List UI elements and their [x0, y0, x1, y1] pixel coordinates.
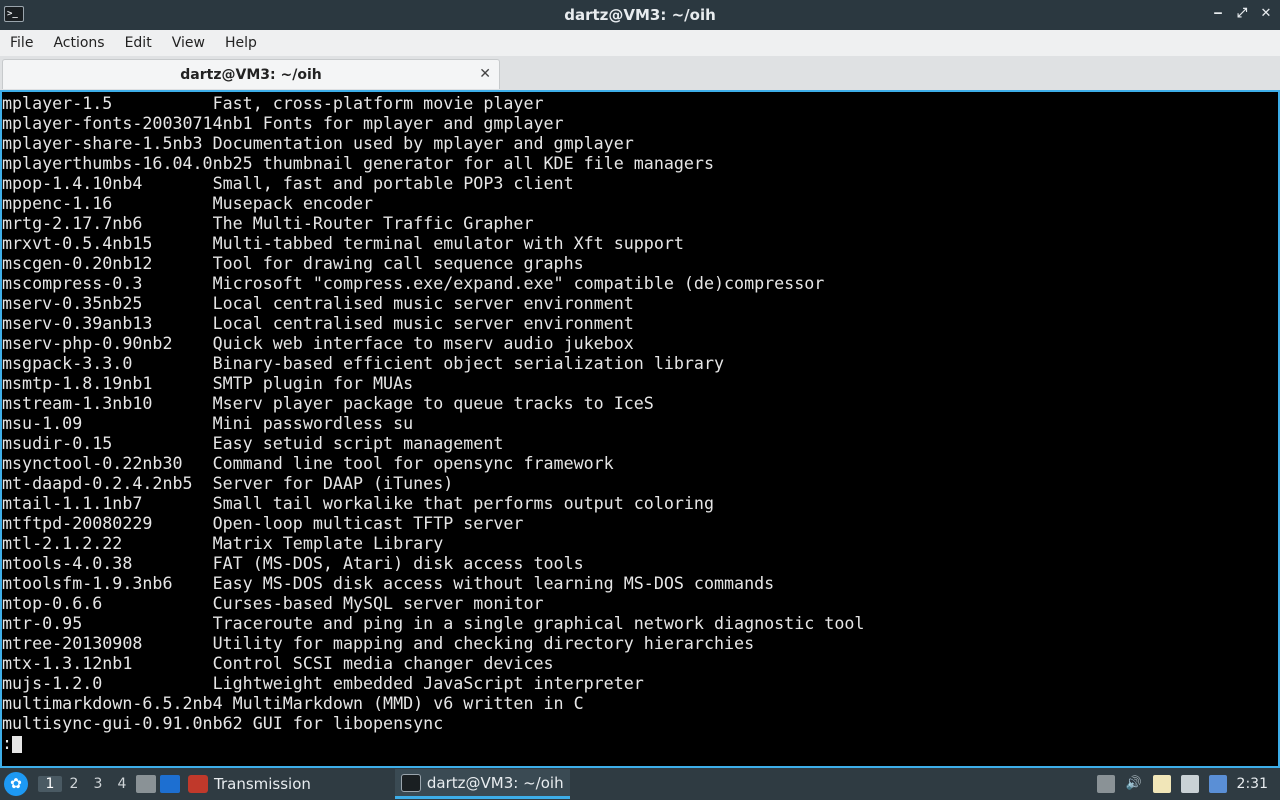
- terminal-line: mtree-20130908 Utility for mapping and c…: [2, 634, 755, 653]
- workspace-2[interactable]: 2: [62, 776, 86, 792]
- task-label: dartz@VM3: ~/oih: [426, 773, 564, 792]
- terminal-output[interactable]: mplayer-1.5 Fast, cross-platform movie p…: [0, 90, 1280, 768]
- display-icon[interactable]: [1180, 775, 1199, 793]
- terminal-line: mscgen-0.20nb12 Tool for drawing call se…: [2, 254, 584, 273]
- clock: 2:31: [1236, 776, 1268, 792]
- terminal-line: mrxvt-0.5.4nb15 Multi-tabbed terminal em…: [2, 234, 684, 253]
- terminal-icon: [400, 773, 421, 792]
- terminal-line: mtools-4.0.38 FAT (MS-DOS, Atari) disk a…: [2, 554, 584, 573]
- terminal-line: multimarkdown-6.5.2nb4 MultiMarkdown (MM…: [2, 694, 584, 713]
- system-tray: 🔊 2:31: [1096, 775, 1280, 793]
- workspace-4[interactable]: 4: [110, 776, 134, 792]
- terminal-line: mrtg-2.17.7nb6 The Multi-Router Traffic …: [2, 214, 534, 233]
- terminal-line: mplayer-fonts-20030714nb1 Fonts for mpla…: [2, 114, 564, 133]
- desktop-icon[interactable]: [160, 775, 180, 793]
- terminal-line: mtx-1.3.12nb1 Control SCSI media changer…: [2, 654, 554, 673]
- text-cursor: [12, 736, 23, 753]
- file-manager-icon[interactable]: [136, 775, 156, 793]
- menu-file[interactable]: File: [0, 30, 43, 56]
- terminal-line: mtail-1.1.1nb7 Small tail workalike that…: [2, 494, 714, 513]
- menubar: File Actions Edit View Help: [0, 30, 1280, 56]
- terminal-line: msu-1.09 Mini passwordless su: [2, 414, 414, 433]
- tab-close-icon[interactable]: ✕: [479, 66, 491, 82]
- task-transmission[interactable]: Transmission: [182, 769, 317, 799]
- taskbar: ✿ 1 2 3 4 Transmission dartz@VM3: ~/oih …: [0, 768, 1280, 800]
- tab-label: dartz@VM3: ~/oih: [180, 66, 322, 83]
- menu-view[interactable]: View: [162, 30, 215, 56]
- terminal-line: mplayer-share-1.5nb3 Documentation used …: [2, 134, 634, 153]
- terminal-line: mtl-2.1.2.22 Matrix Template Library: [2, 534, 444, 553]
- clipboard-icon[interactable]: [1096, 775, 1115, 793]
- terminal-line: msgpack-3.3.0 Binary-based efficient obj…: [2, 354, 725, 373]
- terminal-line: mtoolsfm-1.9.3nb6 Easy MS-DOS disk acces…: [2, 574, 775, 593]
- close-icon[interactable]: ✕: [1258, 6, 1274, 22]
- terminal-line: mujs-1.2.0 Lightweight embedded JavaScri…: [2, 674, 644, 693]
- terminal-line: multisync-gui-0.91.0nb62 GUI for libopen…: [2, 714, 444, 733]
- terminal-line: mtftpd-20080229 Open-loop multicast TFTP…: [2, 514, 524, 533]
- terminal-line: mtop-0.6.6 Curses-based MySQL server mon…: [2, 594, 544, 613]
- volume-icon[interactable]: 🔊: [1125, 775, 1143, 793]
- terminal-line: msmtp-1.8.19nb1 SMTP plugin for MUAs: [2, 374, 414, 393]
- menu-help[interactable]: Help: [215, 30, 267, 56]
- terminal-line: mserv-0.35nb25 Local centralised music s…: [2, 294, 634, 313]
- terminal-prompt: :: [2, 734, 13, 753]
- window-controls: ‒ ⤢ ✕: [1210, 6, 1274, 22]
- terminal-prompt-line[interactable]: :: [2, 734, 1278, 754]
- terminal-line: mppenc-1.16 Musepack encoder: [2, 194, 374, 213]
- maximize-icon[interactable]: ⤢: [1234, 6, 1250, 22]
- menu-actions[interactable]: Actions: [43, 30, 114, 56]
- terminal-line: mserv-0.39anb13 Local centralised music …: [2, 314, 634, 333]
- workspace-1[interactable]: 1: [38, 776, 62, 792]
- terminal-app-icon[interactable]: >_: [4, 6, 24, 22]
- tab-bar: dartz@VM3: ~/oih ✕: [0, 56, 1280, 90]
- window-title: dartz@VM3: ~/oih: [564, 6, 716, 24]
- terminal-line: mstream-1.3nb10 Mserv player package to …: [2, 394, 654, 413]
- terminal-line: mserv-php-0.90nb2 Quick web interface to…: [2, 334, 634, 353]
- task-label: Transmission: [214, 775, 311, 793]
- tab-terminal[interactable]: dartz@VM3: ~/oih ✕: [2, 59, 500, 89]
- window-titlebar[interactable]: >_ dartz@VM3: ~/oih ‒ ⤢ ✕: [0, 0, 1280, 30]
- menu-edit[interactable]: Edit: [115, 30, 162, 56]
- notification-icon[interactable]: [1208, 775, 1227, 793]
- terminal-line: mscompress-0.3 Microsoft "compress.exe/e…: [2, 274, 825, 293]
- task-terminal[interactable]: dartz@VM3: ~/oih: [394, 769, 570, 799]
- transmission-icon: [188, 775, 208, 793]
- terminal-line: msudir-0.15 Easy setuid script managemen…: [2, 434, 504, 453]
- workspace-3[interactable]: 3: [86, 776, 110, 792]
- terminal-line: mplayerthumbs-16.04.0nb25 thumbnail gene…: [2, 154, 714, 173]
- minimize-icon[interactable]: ‒: [1210, 6, 1226, 22]
- notes-icon[interactable]: [1152, 775, 1171, 793]
- terminal-line: mtr-0.95 Traceroute and ping in a single…: [2, 614, 865, 633]
- start-menu-icon[interactable]: ✿: [4, 772, 28, 796]
- terminal-line: mpop-1.4.10nb4 Small, fast and portable …: [2, 174, 574, 193]
- terminal-line: msynctool-0.22nb30 Command line tool for…: [2, 454, 614, 473]
- terminal-line: mt-daapd-0.2.4.2nb5 Server for DAAP (iTu…: [2, 474, 454, 493]
- terminal-line: mplayer-1.5 Fast, cross-platform movie p…: [2, 94, 544, 113]
